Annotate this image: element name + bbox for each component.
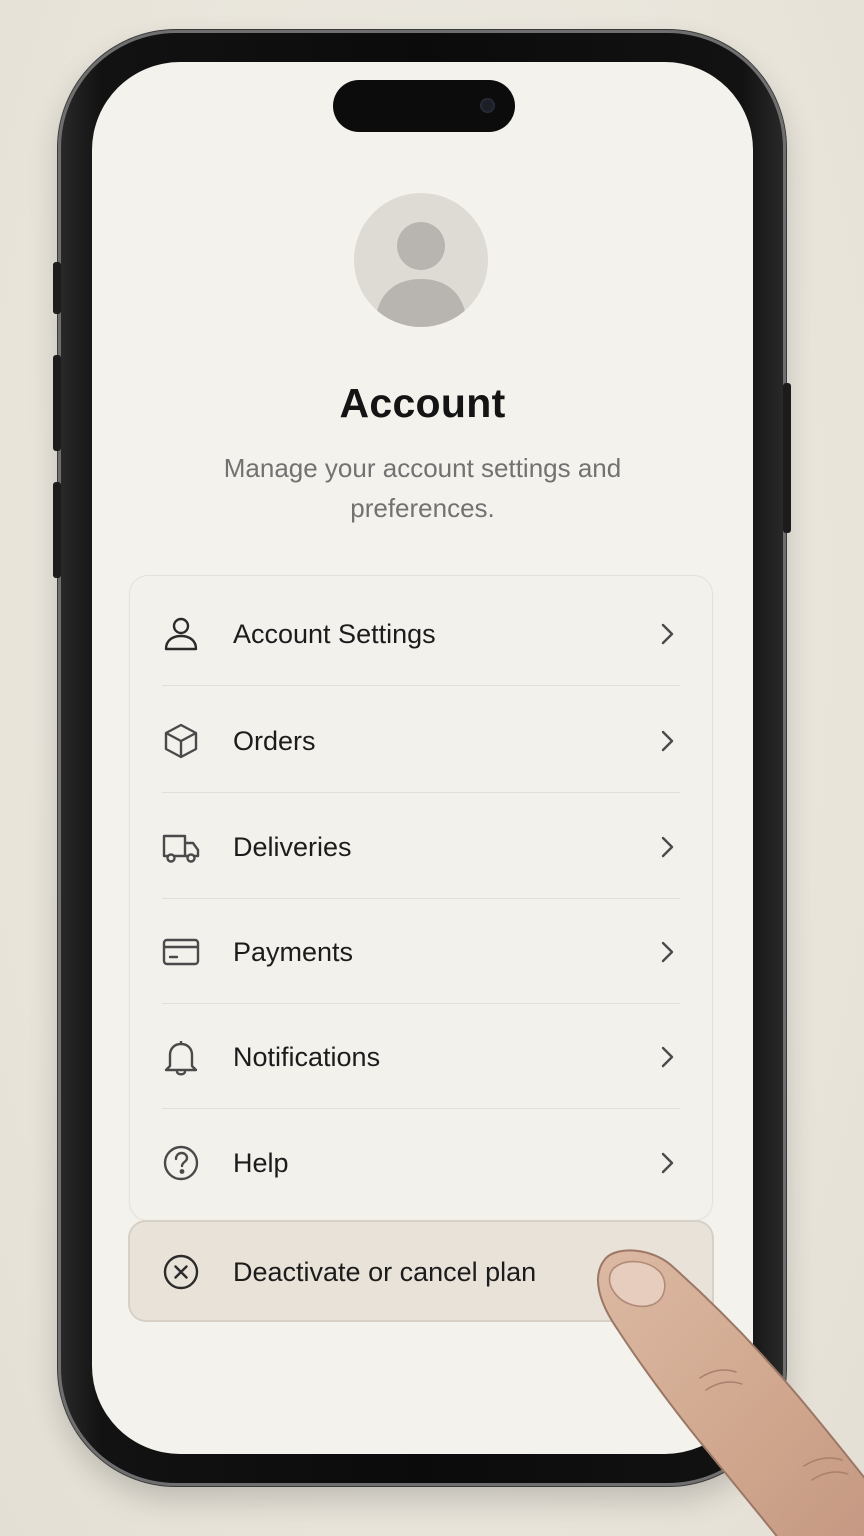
account-menu: Account Settings Orders Deliveries Payme… <box>130 576 712 1220</box>
menu-item-label: Account Settings <box>233 619 436 649</box>
deactivate-plan-button[interactable]: Deactivate or cancel plan <box>130 1222 712 1320</box>
photo-stage: Account Manage your account settings and… <box>0 0 864 1536</box>
menu-item-orders[interactable]: Orders <box>130 687 712 793</box>
avatar[interactable] <box>354 193 488 327</box>
side-button-volume-down <box>53 482 61 578</box>
user-avatar-icon <box>375 222 467 327</box>
user-icon <box>164 617 198 651</box>
front-camera <box>480 98 495 113</box>
x-circle-icon <box>163 1254 199 1290</box>
menu-item-account-settings[interactable]: Account Settings <box>130 580 712 686</box>
credit-card-icon <box>162 938 200 966</box>
deactivate-plan-label: Deactivate or cancel plan <box>233 1257 537 1287</box>
bell-icon <box>164 1041 198 1076</box>
chevron-right-icon <box>661 836 674 858</box>
page-title: Account <box>339 380 506 426</box>
chevron-right-icon <box>661 1152 674 1174</box>
menu-item-label: Notifications <box>233 1042 381 1072</box>
menu-item-label: Payments <box>233 937 354 967</box>
menu-item-payments[interactable]: Payments <box>130 898 712 1004</box>
menu-item-help[interactable]: Help <box>130 1109 712 1215</box>
dynamic-island <box>333 80 515 132</box>
chevron-right-icon <box>661 730 674 752</box>
chevron-right-icon <box>661 623 674 645</box>
menu-item-label: Help <box>233 1148 289 1178</box>
menu-item-label: Orders <box>233 726 316 756</box>
menu-item-notifications[interactable]: Notifications <box>130 1003 712 1109</box>
truck-icon <box>162 834 200 863</box>
side-button-mute <box>53 262 61 314</box>
divider <box>162 685 680 686</box>
menu-item-label: Deliveries <box>233 832 352 862</box>
box-icon <box>164 723 198 759</box>
page-subtitle: Manage your account settings and prefere… <box>223 453 622 523</box>
side-button-power <box>783 383 791 533</box>
menu-item-deliveries[interactable]: Deliveries <box>130 793 712 899</box>
help-circle-icon <box>163 1145 199 1181</box>
chevron-right-icon <box>661 941 674 963</box>
chevron-right-icon <box>661 1046 674 1068</box>
phone-screen: Account Manage your account settings and… <box>92 62 753 1454</box>
side-button-volume-up <box>53 355 61 451</box>
